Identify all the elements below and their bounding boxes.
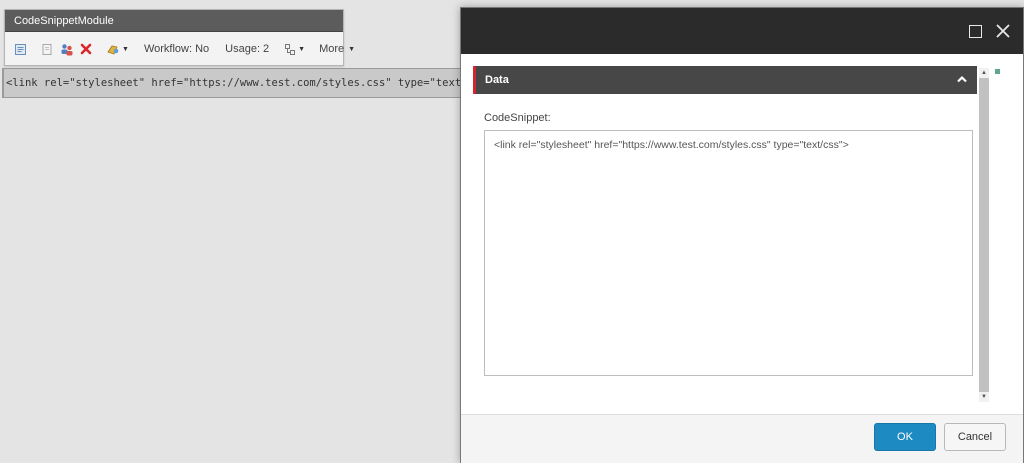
maximize-icon[interactable] xyxy=(965,21,985,41)
chevron-down-icon: ▼ xyxy=(298,46,305,53)
section-header-data[interactable]: Data xyxy=(473,66,977,94)
rendering-code-text: <link rel="stylesheet" href="https://www… xyxy=(6,77,499,89)
more-button[interactable]: More ▼ xyxy=(316,39,358,59)
cancel-button[interactable]: Cancel xyxy=(944,423,1006,451)
codesnippet-label: CodeSnippet: xyxy=(484,112,551,124)
scrollbar-thumb[interactable] xyxy=(979,78,989,392)
ok-button[interactable]: OK xyxy=(874,423,936,451)
dialog-footer: OK Cancel xyxy=(461,414,1023,463)
change-rendering-icon[interactable]: ▼ xyxy=(281,39,308,59)
copy-icon[interactable] xyxy=(38,39,57,59)
validation-status-marker xyxy=(995,69,1000,74)
chevron-down-icon: ▼ xyxy=(348,46,355,53)
workflow-status[interactable]: Workflow: No xyxy=(140,43,213,55)
personalize-icon[interactable] xyxy=(57,39,77,59)
edit-dialog: Data CodeSnippet: ▲ ▼ OK Cancel xyxy=(460,7,1024,463)
chevron-up-icon xyxy=(956,73,968,85)
scrollbar[interactable]: ▲ ▼ xyxy=(979,68,989,402)
test-icon[interactable]: ▼ xyxy=(103,39,132,59)
codesnippet-field[interactable] xyxy=(484,130,973,376)
chevron-down-icon: ▼ xyxy=(122,46,129,53)
scroll-up-icon[interactable]: ▲ xyxy=(979,68,989,78)
close-icon[interactable] xyxy=(993,21,1013,41)
dialog-title-bar[interactable] xyxy=(461,8,1023,54)
section-title: Data xyxy=(485,74,509,86)
dialog-body: Data CodeSnippet: ▲ ▼ xyxy=(461,54,1023,414)
more-label: More xyxy=(319,43,346,55)
chrome-commands: ▼ Workflow: No Usage: 2 ▼ More ▼ xyxy=(5,32,343,66)
usage-count[interactable]: Usage: 2 xyxy=(221,43,273,55)
edit-icon[interactable] xyxy=(11,39,30,59)
delete-icon[interactable] xyxy=(77,39,95,59)
rendering-chrome-toolbar: CodeSnippetModule ▼ Workflow: No Usage: … xyxy=(4,9,344,66)
scroll-down-icon[interactable]: ▼ xyxy=(979,392,989,402)
chrome-title[interactable]: CodeSnippetModule xyxy=(5,10,343,32)
